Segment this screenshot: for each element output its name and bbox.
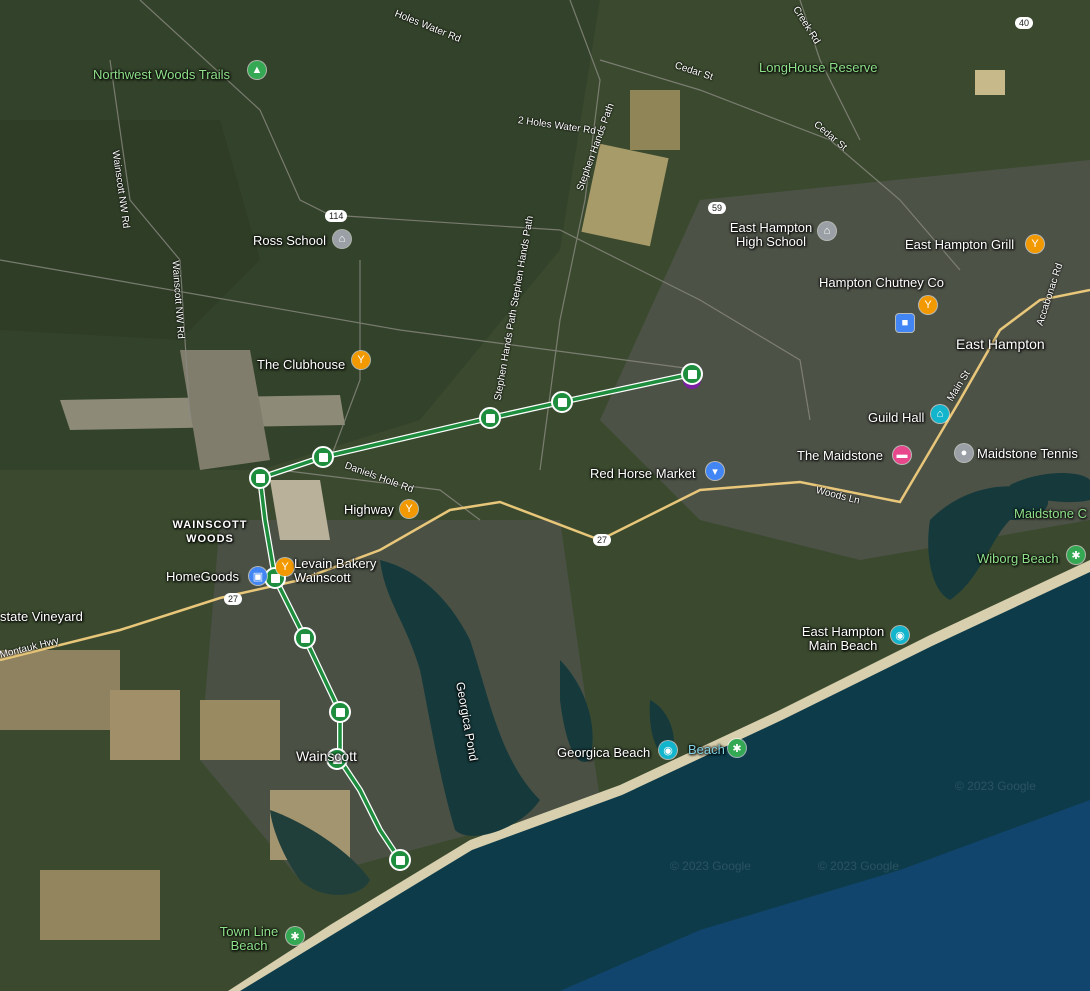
route-stop[interactable] [294, 627, 316, 649]
place-label[interactable]: Levain Bakery Wainscott [294, 557, 390, 585]
place-label[interactable]: East Hampton High School [725, 221, 817, 249]
route-shield: 27 [224, 593, 243, 605]
train-station-icon[interactable]: ■ [896, 314, 914, 332]
restaurant-icon[interactable]: Y [919, 296, 937, 314]
hotel-icon[interactable]: ▬ [893, 446, 911, 464]
school-icon[interactable]: ⌂ [818, 222, 836, 240]
restaurant-icon[interactable]: Y [352, 351, 370, 369]
camera-icon[interactable]: ◉ [891, 626, 909, 644]
museum-icon[interactable]: ⌂ [931, 405, 949, 423]
google-watermark: © 2023 Google [670, 859, 751, 873]
route-shield: 59 [708, 202, 727, 214]
beach-icon[interactable]: ✱ [1067, 546, 1085, 564]
satellite-map[interactable]: Holes Water Rd Creek Rd Cedar St Cedar S… [0, 0, 1090, 991]
place-label[interactable]: LongHouse Reserve [759, 61, 878, 75]
route-stop[interactable] [551, 391, 573, 413]
camera-icon[interactable]: ◉ [659, 741, 677, 759]
route-shield: 40 [1015, 17, 1034, 29]
beach-icon[interactable]: ✱ [728, 739, 746, 757]
place-label[interactable]: Guild Hall [868, 411, 924, 425]
route-stop[interactable] [329, 701, 351, 723]
route-stop[interactable] [249, 467, 271, 489]
place-label[interactable]: Highway [344, 503, 394, 517]
restaurant-icon[interactable]: Y [400, 500, 418, 518]
place-label[interactable]: HomeGoods [166, 570, 239, 584]
place-label[interactable]: Town Line Beach [216, 925, 282, 953]
place-label[interactable]: Beach [688, 743, 725, 757]
place-label[interactable]: East Hampton Main Beach [796, 625, 890, 653]
shopping-cart-icon[interactable]: ▾ [706, 462, 724, 480]
route-shield: 114 [325, 210, 348, 222]
place-label[interactable]: Maidstone C [1014, 507, 1087, 521]
place-label[interactable]: Wiborg Beach [977, 552, 1059, 566]
place-label[interactable]: The Clubhouse [257, 358, 345, 372]
route-stop[interactable] [479, 407, 501, 429]
place-label[interactable]: Northwest Woods Trails [93, 68, 230, 82]
route-stop[interactable] [312, 446, 334, 468]
restaurant-icon[interactable]: Y [276, 558, 294, 576]
place-label[interactable]: Ross School [253, 234, 326, 248]
shopping-bag-icon[interactable]: ▣ [249, 567, 267, 585]
route-shield: 27 [593, 534, 612, 546]
beach-icon[interactable]: ✱ [286, 927, 304, 945]
place-label[interactable]: state Vineyard [0, 610, 83, 624]
google-watermark: © 2023 Google [818, 859, 899, 873]
place-label[interactable]: Hampton Chutney Co [819, 276, 944, 290]
map-terrain [0, 0, 1090, 991]
google-watermark: © 2023 Google [955, 779, 1036, 793]
place-label[interactable]: East Hampton Grill [905, 238, 1014, 252]
town-label: East Hampton [956, 336, 1045, 352]
route-stop[interactable] [389, 849, 411, 871]
town-label: Wainscott [296, 748, 357, 764]
place-label[interactable]: Maidstone Tennis [977, 447, 1078, 461]
restaurant-icon[interactable]: Y [1026, 235, 1044, 253]
route-stop[interactable] [681, 363, 703, 385]
place-label[interactable]: Georgica Beach [557, 746, 650, 760]
location-pin-icon[interactable]: ● [955, 444, 973, 462]
school-icon[interactable]: ⌂ [333, 230, 351, 248]
park-icon[interactable]: ▲ [248, 61, 266, 79]
area-label: WAINSCOTT WOODS [172, 519, 248, 545]
place-label[interactable]: The Maidstone [797, 449, 883, 463]
place-label[interactable]: Red Horse Market [590, 467, 695, 481]
